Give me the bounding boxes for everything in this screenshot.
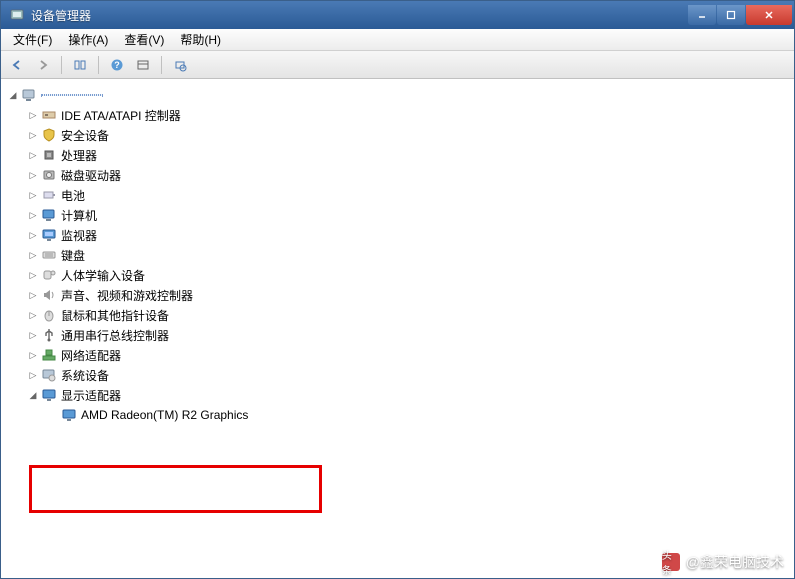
- expand-icon[interactable]: ▷: [27, 209, 39, 221]
- show-hide-button[interactable]: [68, 54, 92, 76]
- system-icon: [41, 367, 57, 383]
- tree-category[interactable]: ▷ 通用串行总线控制器: [5, 325, 790, 345]
- expand-icon[interactable]: ▷: [27, 269, 39, 281]
- category-label[interactable]: 通用串行总线控制器: [61, 327, 169, 344]
- hid-icon: [41, 267, 57, 283]
- network-icon: [41, 347, 57, 363]
- tree-category[interactable]: ▷ 键盘: [5, 245, 790, 265]
- root-label[interactable]: [41, 94, 103, 96]
- tree-category[interactable]: ▷ 监视器: [5, 225, 790, 245]
- toolbar-separator: [61, 56, 62, 74]
- toolbar-separator: [161, 56, 162, 74]
- app-icon: [9, 7, 25, 23]
- device-label[interactable]: AMD Radeon(TM) R2 Graphics: [81, 408, 248, 422]
- monitor-icon: [41, 227, 57, 243]
- tree-category[interactable]: ▷ IDE ATA/ATAPI 控制器: [5, 105, 790, 125]
- watermark-text: @鑫荣电脑技术: [686, 552, 784, 572]
- category-label[interactable]: 人体学输入设备: [61, 267, 145, 284]
- category-label[interactable]: 安全设备: [61, 127, 109, 144]
- watermark: 头条 @鑫荣电脑技术: [662, 552, 784, 572]
- category-label[interactable]: IDE ATA/ATAPI 控制器: [61, 107, 181, 124]
- tree-category[interactable]: ▷ 计算机: [5, 205, 790, 225]
- tree-category[interactable]: ▷ 系统设备: [5, 365, 790, 385]
- category-label[interactable]: 键盘: [61, 247, 85, 264]
- collapse-icon[interactable]: ◢: [27, 389, 39, 401]
- category-label[interactable]: 电池: [61, 187, 85, 204]
- expand-icon[interactable]: ▷: [27, 249, 39, 261]
- toolbar-separator: [98, 56, 99, 74]
- help-button[interactable]: ?: [105, 54, 129, 76]
- window-controls: [687, 5, 792, 25]
- category-label[interactable]: 系统设备: [61, 367, 109, 384]
- tree-category-display[interactable]: ◢ 显示适配器: [5, 385, 790, 405]
- security-icon: [41, 127, 57, 143]
- category-label[interactable]: 计算机: [61, 207, 97, 224]
- tree-category[interactable]: ▷ 安全设备: [5, 125, 790, 145]
- expand-icon[interactable]: ▷: [27, 169, 39, 181]
- category-label[interactable]: 声音、视频和游戏控制器: [61, 287, 193, 304]
- category-label[interactable]: 显示适配器: [61, 387, 121, 404]
- expand-icon[interactable]: ▷: [27, 289, 39, 301]
- expand-icon[interactable]: ▷: [27, 189, 39, 201]
- tree-category[interactable]: ▷ 处理器: [5, 145, 790, 165]
- tree-view[interactable]: ◢ ▷ IDE ATA/ATAPI 控制器 ▷ 安全设备 ▷ 处理器 ▷ 磁盘驱…: [1, 79, 794, 578]
- back-button[interactable]: [5, 54, 29, 76]
- tree-device[interactable]: AMD Radeon(TM) R2 Graphics: [5, 405, 790, 425]
- window: 设备管理器 文件(F) 操作(A) 查看(V) 帮助(H) ? ◢: [0, 0, 795, 579]
- minimize-button[interactable]: [688, 5, 716, 25]
- mouse-icon: [41, 307, 57, 323]
- usb-icon: [41, 327, 57, 343]
- tree-category[interactable]: ▷ 电池: [5, 185, 790, 205]
- category-label[interactable]: 磁盘驱动器: [61, 167, 121, 184]
- close-button[interactable]: [746, 5, 792, 25]
- tree-category[interactable]: ▷ 网络适配器: [5, 345, 790, 365]
- tree-category[interactable]: ▷ 鼠标和其他指针设备: [5, 305, 790, 325]
- cpu-icon: [41, 147, 57, 163]
- tree-category[interactable]: ▷ 磁盘驱动器: [5, 165, 790, 185]
- disk-icon: [41, 167, 57, 183]
- collapse-icon[interactable]: ◢: [7, 89, 19, 101]
- expand-icon[interactable]: ▷: [27, 329, 39, 341]
- menubar: 文件(F) 操作(A) 查看(V) 帮助(H): [1, 29, 794, 51]
- properties-button[interactable]: [131, 54, 155, 76]
- menu-file[interactable]: 文件(F): [5, 29, 60, 50]
- expand-icon[interactable]: ▷: [27, 349, 39, 361]
- keyboard-icon: [41, 247, 57, 263]
- expand-icon[interactable]: ▷: [27, 129, 39, 141]
- expand-icon[interactable]: ▷: [27, 149, 39, 161]
- tree-category[interactable]: ▷ 声音、视频和游戏控制器: [5, 285, 790, 305]
- computer-icon: [21, 87, 37, 103]
- toolbar: ?: [1, 51, 794, 79]
- svg-text:?: ?: [114, 60, 120, 70]
- expand-icon[interactable]: ▷: [27, 229, 39, 241]
- display-icon: [41, 387, 57, 403]
- expand-icon[interactable]: ▷: [27, 109, 39, 121]
- scan-button[interactable]: [168, 54, 192, 76]
- ide-icon: [41, 107, 57, 123]
- menu-view[interactable]: 查看(V): [116, 29, 172, 50]
- display-icon: [61, 407, 77, 423]
- menu-action[interactable]: 操作(A): [60, 29, 116, 50]
- category-label[interactable]: 处理器: [61, 147, 97, 164]
- window-title: 设备管理器: [31, 7, 687, 24]
- annotation-box: [29, 465, 322, 513]
- category-label[interactable]: 网络适配器: [61, 347, 121, 364]
- expand-icon[interactable]: ▷: [27, 369, 39, 381]
- titlebar[interactable]: 设备管理器: [1, 1, 794, 29]
- category-label[interactable]: 鼠标和其他指针设备: [61, 307, 169, 324]
- computer-icon: [41, 207, 57, 223]
- expand-icon[interactable]: ▷: [27, 309, 39, 321]
- battery-icon: [41, 187, 57, 203]
- menu-help[interactable]: 帮助(H): [172, 29, 229, 50]
- forward-button[interactable]: [31, 54, 55, 76]
- category-label[interactable]: 监视器: [61, 227, 97, 244]
- sound-icon: [41, 287, 57, 303]
- watermark-icon: 头条: [662, 553, 680, 571]
- maximize-button[interactable]: [717, 5, 745, 25]
- tree-root[interactable]: ◢: [5, 85, 790, 105]
- tree-category[interactable]: ▷ 人体学输入设备: [5, 265, 790, 285]
